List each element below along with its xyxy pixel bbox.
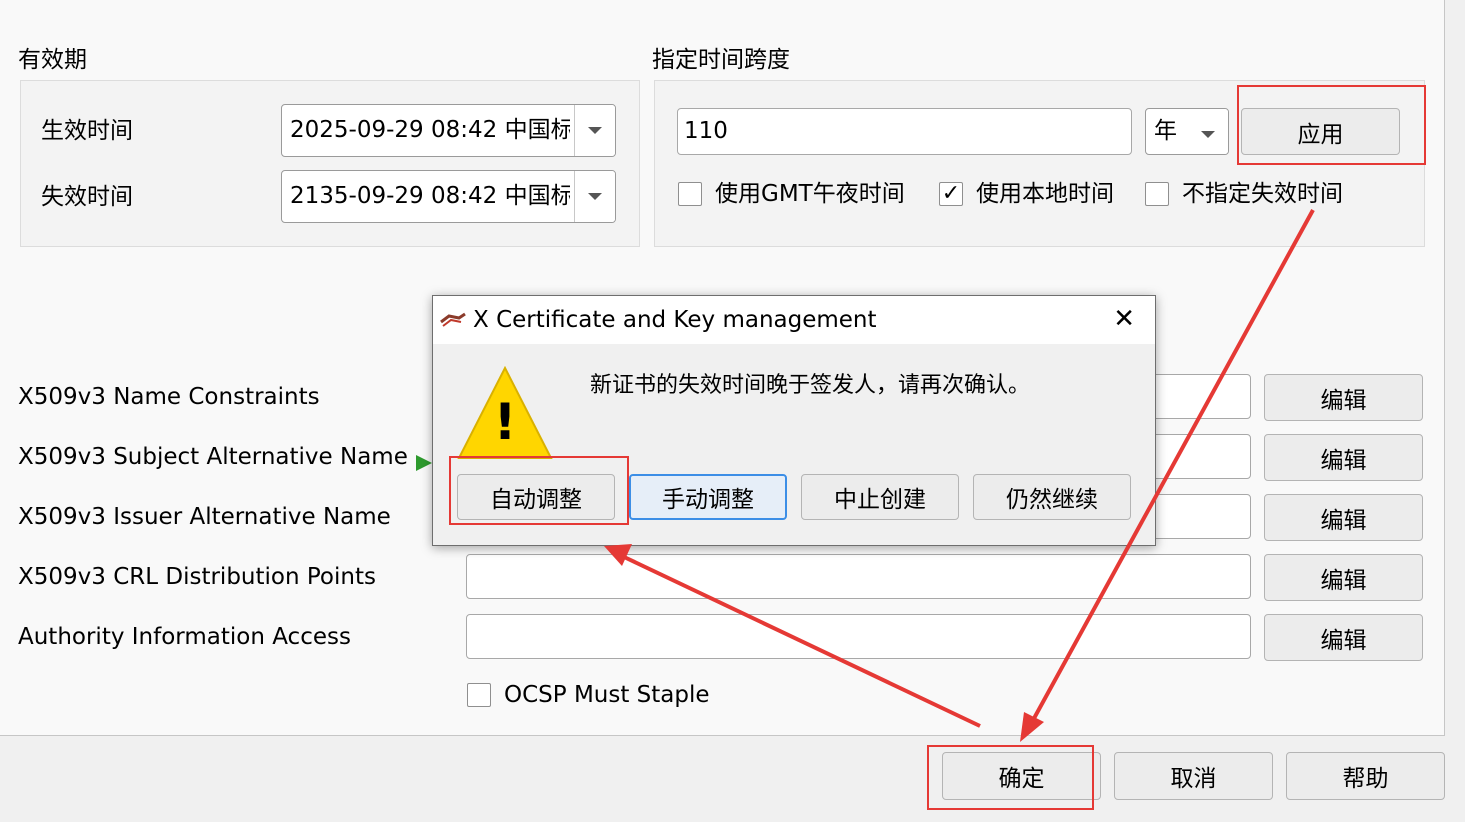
close-icon[interactable]: ✕ xyxy=(1113,302,1135,336)
manual-adjust-button[interactable]: 手动调整 xyxy=(629,474,787,520)
ext-label-authority-info-access: Authority Information Access xyxy=(18,624,351,650)
end-time-label: 失效时间 xyxy=(41,184,133,210)
start-time-combo[interactable]: 2025-09-29 08:42 中国标准时间 xyxy=(281,104,616,157)
ext-label-issuer-alt-name: X509v3 Issuer Alternative Name xyxy=(18,504,391,530)
cancel-button[interactable]: 取消 xyxy=(1114,752,1273,800)
dialog-button-bar: 确定 取消 帮助 xyxy=(0,736,1465,822)
ext-label-crl-distribution: X509v3 CRL Distribution Points xyxy=(18,564,376,590)
dialog-message: 新证书的失效时间晚于签发人，请再次确认。 xyxy=(590,373,1031,398)
ext-label-name-constraints: X509v3 Name Constraints xyxy=(18,384,320,410)
dialog-title: X Certificate and Key management xyxy=(473,307,877,333)
use-gmt-checkbox[interactable] xyxy=(678,182,702,206)
annotation-box-auto-adjust xyxy=(449,456,629,525)
chevron-down-icon[interactable] xyxy=(574,171,615,222)
timespan-unit-combo[interactable]: 年 xyxy=(1145,108,1229,155)
ext-label-subject-alt-name: X509v3 Subject Alternative Name xyxy=(18,444,408,470)
ext-input-issuer-alt-name[interactable] xyxy=(1150,494,1251,539)
edit-button-authority-info-access[interactable]: 编辑 xyxy=(1264,614,1423,661)
abort-creation-button[interactable]: 中止创建 xyxy=(801,474,959,520)
dialog-title-bar[interactable]: X Certificate and Key management ✕ xyxy=(433,296,1155,344)
app-icon xyxy=(440,312,466,327)
edit-button-name-constraints[interactable]: 编辑 xyxy=(1264,374,1423,421)
status-indicator-icon xyxy=(416,455,432,471)
no-expiry-checkbox[interactable] xyxy=(1145,182,1169,206)
ocsp-must-staple-checkbox[interactable] xyxy=(467,683,491,707)
validity-group: 生效时间 2025-09-29 08:42 中国标准时间 失效时间 2135-0… xyxy=(20,80,640,247)
start-time-value: 2025-09-29 08:42 中国标准时间 xyxy=(290,117,570,143)
ext-input-subject-alt-name[interactable] xyxy=(1150,434,1251,479)
edit-button-subject-alt-name[interactable]: 编辑 xyxy=(1264,434,1423,481)
use-local-time-checkbox[interactable]: ✓ xyxy=(939,182,963,206)
warning-glyph: ! xyxy=(493,393,517,451)
continue-anyway-button[interactable]: 仍然继续 xyxy=(973,474,1131,520)
ext-input-name-constraints[interactable] xyxy=(1150,374,1251,419)
ocsp-must-staple-label: OCSP Must Staple xyxy=(504,682,710,708)
validity-group-title: 有效期 xyxy=(18,47,87,73)
timespan-group-title: 指定时间跨度 xyxy=(652,47,790,73)
edit-button-issuer-alt-name[interactable]: 编辑 xyxy=(1264,494,1423,541)
use-gmt-label: 使用GMT午夜时间 xyxy=(715,181,905,207)
chevron-down-icon[interactable] xyxy=(1188,109,1228,154)
annotation-box-apply xyxy=(1237,85,1426,165)
ext-input-authority-info-access[interactable] xyxy=(466,614,1251,659)
end-time-value: 2135-09-29 08:42 中国标准时间 xyxy=(290,183,570,209)
no-expiry-label: 不指定失效时间 xyxy=(1182,181,1343,207)
start-time-label: 生效时间 xyxy=(41,118,133,144)
chevron-down-icon[interactable] xyxy=(574,105,615,156)
ext-input-crl-distribution[interactable] xyxy=(466,554,1251,599)
timespan-input[interactable]: 110 xyxy=(677,108,1132,155)
timespan-unit-value: 年 xyxy=(1154,118,1177,144)
edit-button-crl-distribution[interactable]: 编辑 xyxy=(1264,554,1423,601)
use-local-time-label: 使用本地时间 xyxy=(976,181,1114,207)
help-button[interactable]: 帮助 xyxy=(1286,752,1445,800)
end-time-combo[interactable]: 2135-09-29 08:42 中国标准时间 xyxy=(281,170,616,223)
annotation-box-ok xyxy=(927,745,1094,810)
